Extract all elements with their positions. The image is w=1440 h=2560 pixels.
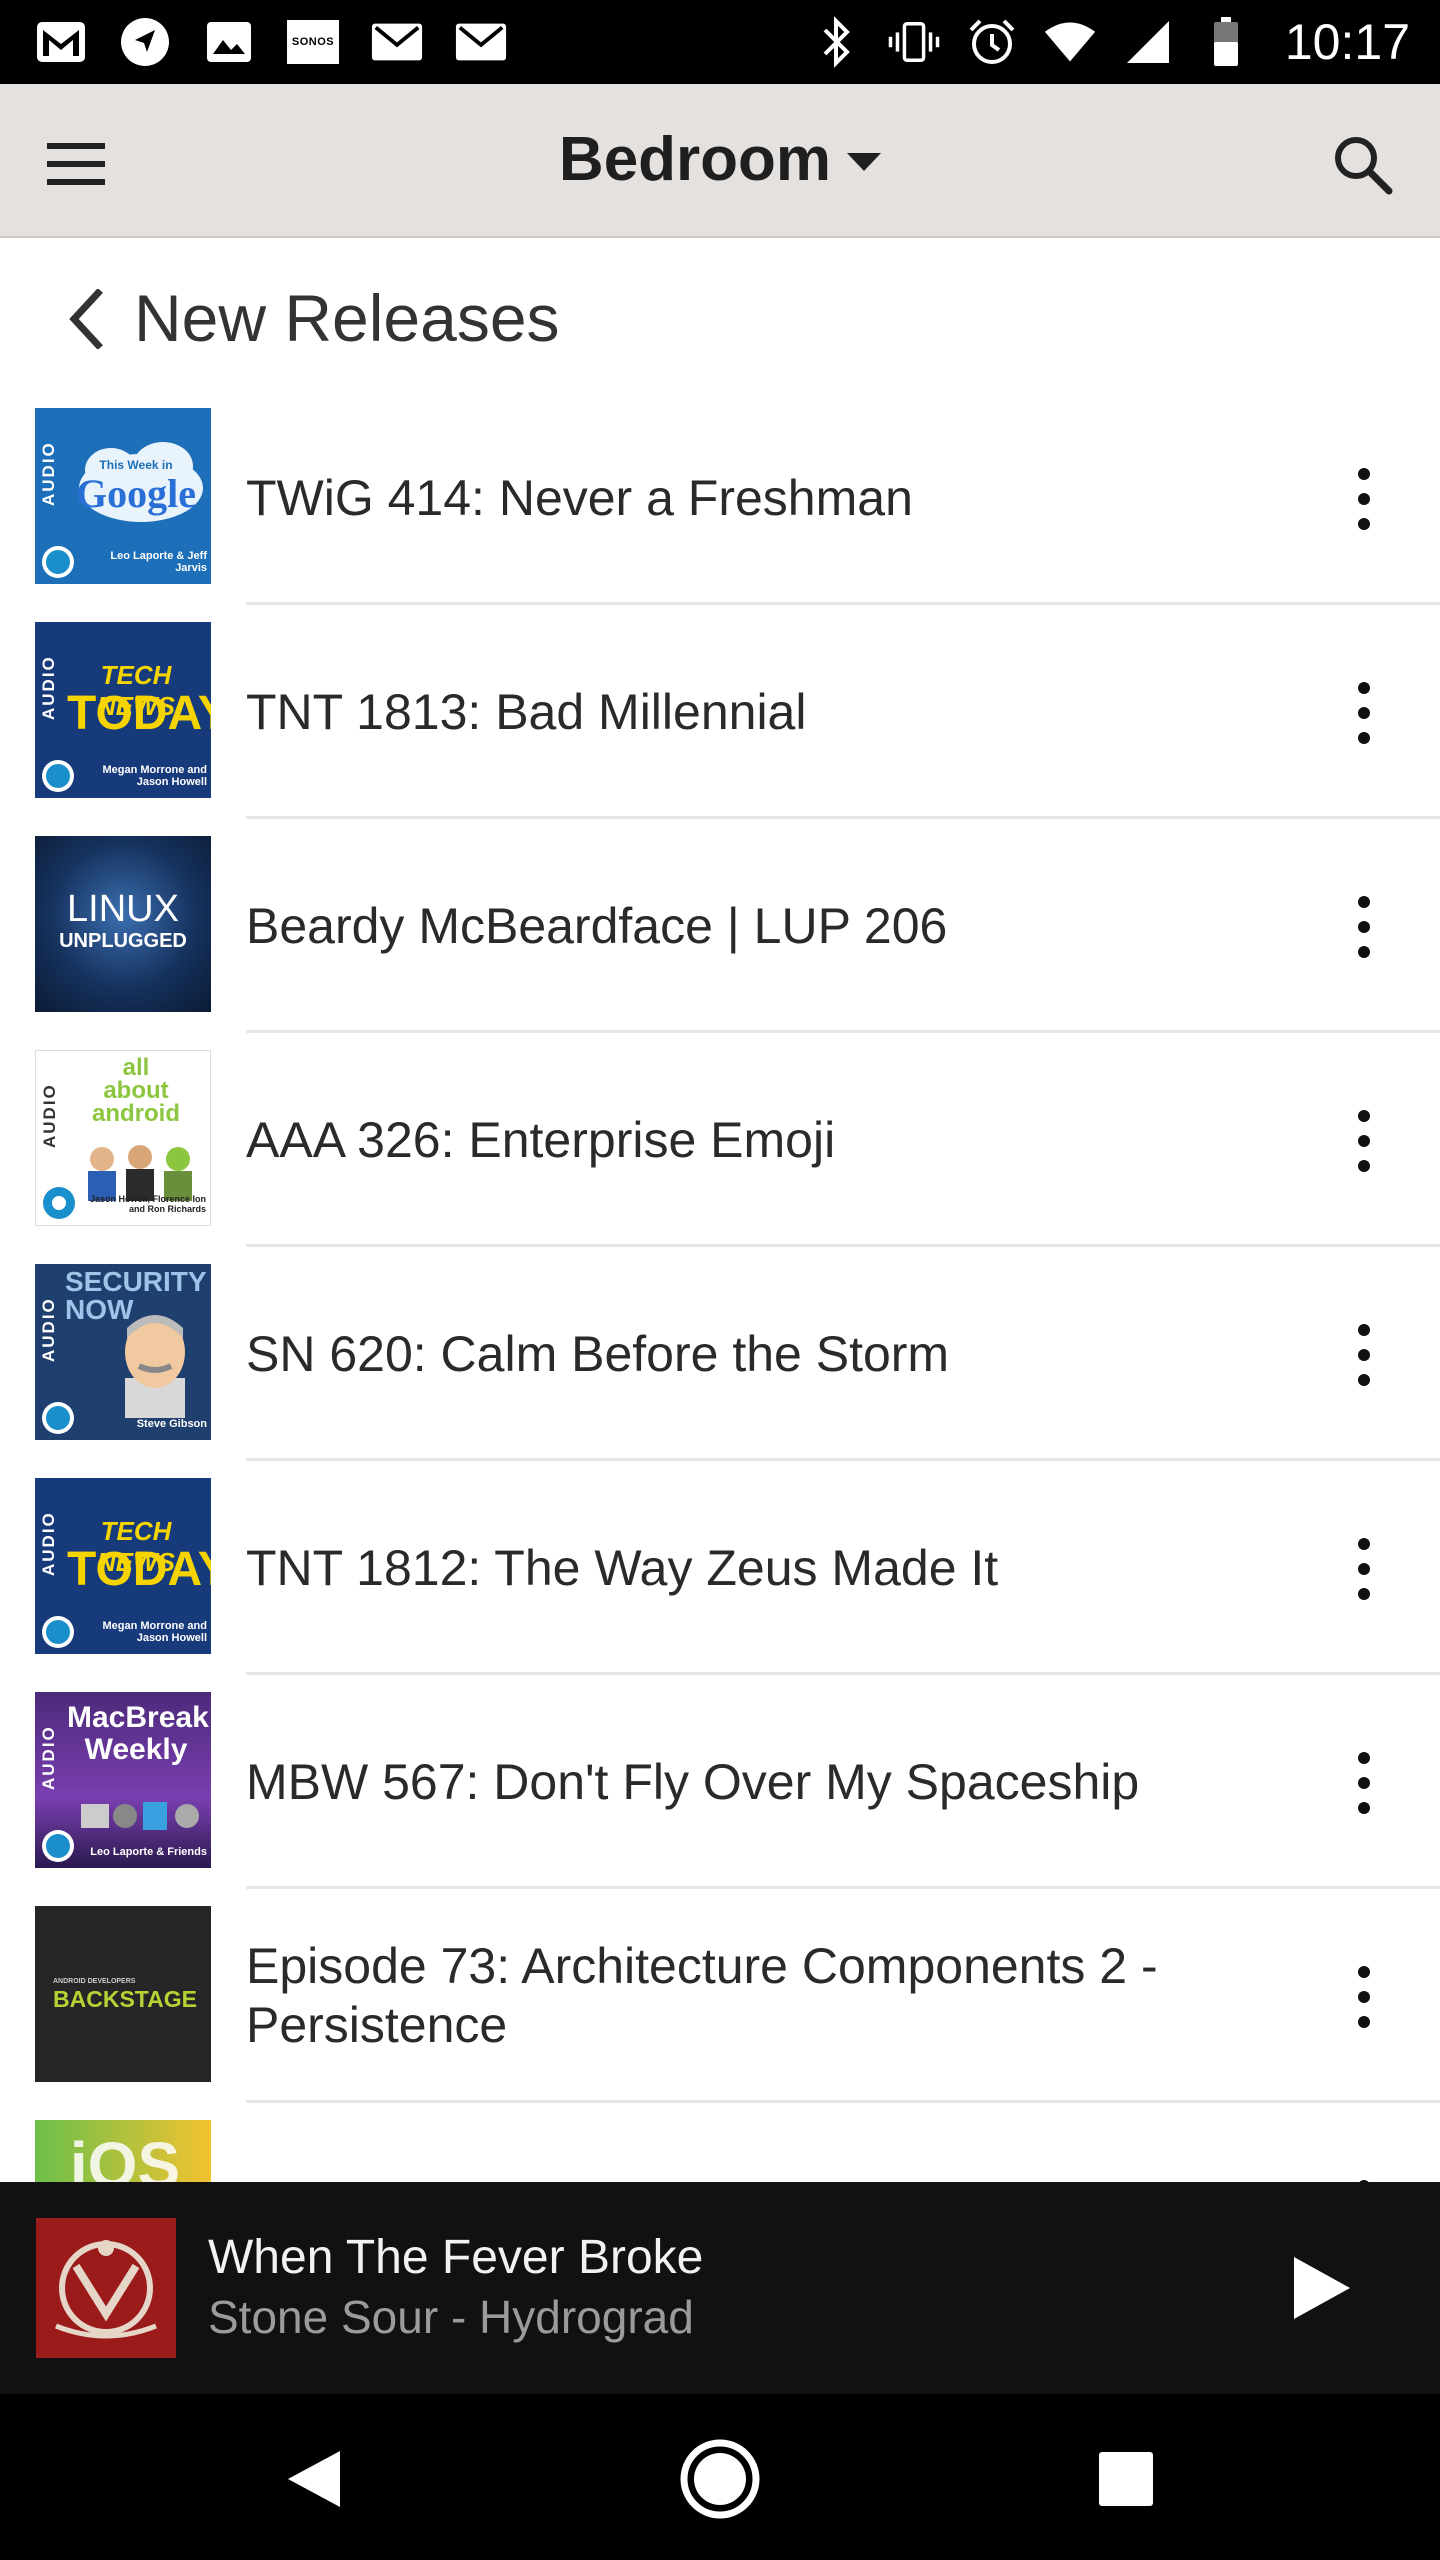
list-item[interactable]: LINUX UNPLUGGED Beardy McBeardface | LUP… <box>0 828 1440 1042</box>
wifi-icon <box>1043 17 1097 67</box>
album-artwork <box>36 2218 176 2358</box>
bluetooth-icon <box>809 16 863 68</box>
divider <box>246 816 1440 819</box>
podcast-artwork: AUDIO all about android Jason Howell, Flor… <box>35 1050 211 1226</box>
twit-logo-icon <box>43 1187 75 1219</box>
chevron-left-icon[interactable] <box>56 286 116 352</box>
now-playing-track: When The Fever Broke <box>208 2231 704 2284</box>
episode-list: AUDIO This Week in Google Leo Laporte & … <box>0 400 1440 2182</box>
gmail-icon <box>34 17 88 67</box>
room-selector[interactable]: Bedroom <box>0 124 1440 195</box>
more-options-icon[interactable] <box>1334 882 1394 972</box>
podcast-artwork: iOS <box>35 2120 211 2182</box>
page-title: New Releases <box>134 281 560 355</box>
email-icon <box>370 17 424 67</box>
divider <box>246 1030 1440 1033</box>
system-nav-bar <box>0 2394 1440 2560</box>
now-playing-bar[interactable]: When The Fever Broke Stone Sour - Hydrog… <box>0 2182 1440 2394</box>
podcast-artwork: ANDROID DEVELOPERS BACKSTAGE <box>35 1906 211 2082</box>
twit-logo-icon <box>42 1830 74 1862</box>
divider <box>246 1244 1440 1247</box>
more-options-icon[interactable] <box>1334 668 1394 758</box>
sonos-icon: SONOS <box>286 17 340 67</box>
vibrate-icon <box>887 17 941 67</box>
list-item[interactable]: AUDIO TECH NEWS TODAY Megan Morrone and … <box>0 1470 1440 1684</box>
list-item[interactable]: AUDIO SECURITY NOW Steve Gibson SN 620: C… <box>0 1256 1440 1470</box>
podcast-artwork: AUDIO TECH NEWS TODAY Megan Morrone and … <box>35 1478 211 1654</box>
episode-title: Episode 73: Architecture Components 2 - … <box>246 1938 1158 2053</box>
list-item[interactable]: iOS <box>0 2112 1440 2182</box>
status-bar: SONOS 10:17 <box>0 0 1440 84</box>
podcast-artwork: AUDIO TECH NEWS TODAY Megan Morrone and … <box>35 622 211 798</box>
clock: 10:17 <box>1284 14 1410 70</box>
more-options-icon[interactable] <box>1334 1738 1394 1828</box>
section-header: New Releases <box>0 240 1440 390</box>
episode-title: TWiG 414: Never a Freshman <box>246 469 913 526</box>
more-options-icon[interactable] <box>1334 454 1394 544</box>
now-playing-artist: Stone Sour - Hydrograd <box>208 2291 694 2343</box>
more-options-icon[interactable] <box>1334 1952 1394 2042</box>
episode-title: TNT 1813: Bad Millennial <box>246 683 807 740</box>
caret-down-icon <box>847 152 882 171</box>
recents-square-icon[interactable] <box>1078 2434 1174 2524</box>
more-options-icon[interactable] <box>1334 2166 1394 2182</box>
more-options-icon[interactable] <box>1334 1310 1394 1400</box>
email-icon <box>454 17 508 67</box>
list-item[interactable]: AUDIO all about android Jason Howell, Flor… <box>0 1042 1440 1256</box>
podcast-artwork: AUDIO This Week in Google Leo Laporte & … <box>35 408 211 584</box>
podcast-artwork: AUDIO MacBreak Weekly Leo Laporte & Frien… <box>35 1692 211 1868</box>
search-icon[interactable] <box>1322 126 1402 202</box>
list-item[interactable]: AUDIO MacBreak Weekly Leo Laporte & Frien… <box>0 1684 1440 1898</box>
more-options-icon[interactable] <box>1334 1096 1394 1186</box>
twit-logo-icon <box>42 760 74 792</box>
battery-icon <box>1199 17 1253 67</box>
twit-logo-icon <box>42 1616 74 1648</box>
episode-title: Beardy McBeardface | LUP 206 <box>246 897 948 954</box>
episode-title: MBW 567: Don't Fly Over My Spaceship <box>246 1753 1140 1810</box>
list-item[interactable]: AUDIO This Week in Google Leo Laporte & … <box>0 400 1440 614</box>
twit-logo-icon <box>42 546 74 578</box>
episode-title: SN 620: Calm Before the Storm <box>246 1325 950 1382</box>
notification-icons: SONOS <box>34 16 508 68</box>
divider <box>246 2100 1440 2103</box>
podcast-artwork: LINUX UNPLUGGED <box>35 836 211 1012</box>
play-icon[interactable] <box>1282 2238 1362 2338</box>
room-name: Bedroom <box>558 125 832 194</box>
list-item[interactable]: ANDROID DEVELOPERS BACKSTAGE Episode 73:… <box>0 1898 1440 2112</box>
navigation-icon <box>118 17 172 67</box>
episode-title: TNT 1812: The Way Zeus Made It <box>246 1539 999 1596</box>
divider <box>246 1886 1440 1889</box>
app-bar: Bedroom <box>0 84 1440 238</box>
podcast-artwork: AUDIO SECURITY NOW Steve Gibson <box>35 1264 211 1440</box>
back-triangle-icon[interactable] <box>266 2434 362 2524</box>
alarm-icon <box>965 17 1019 67</box>
divider <box>246 1672 1440 1675</box>
signal-icon <box>1121 17 1175 67</box>
image-icon <box>202 17 256 67</box>
list-item[interactable]: AUDIO TECH NEWS TODAY Megan Morrone and … <box>0 614 1440 828</box>
episode-title: AAA 326: Enterprise Emoji <box>246 1111 836 1168</box>
divider <box>246 1458 1440 1461</box>
twit-logo-icon <box>42 1402 74 1434</box>
divider <box>246 602 1440 605</box>
home-circle-icon[interactable] <box>672 2434 768 2524</box>
more-options-icon[interactable] <box>1334 1524 1394 1614</box>
system-icons: 10:17 <box>809 12 1410 72</box>
